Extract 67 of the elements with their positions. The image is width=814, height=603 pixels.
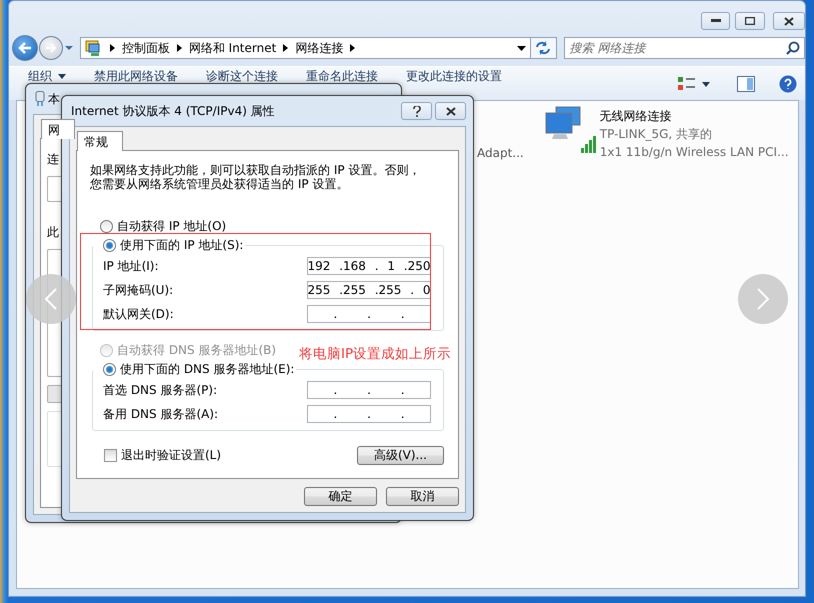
field-label: 子网掩码(U):: [103, 282, 174, 298]
chevron-right-icon: [176, 44, 182, 52]
connection-status: TP-LINK_5G, 共享的: [600, 126, 713, 143]
chevron-left-icon: [45, 288, 57, 310]
field-label: 首选 DNS 服务器(P):: [103, 382, 218, 398]
description-text: 您需要从网络系统管理员处获得适当的 IP 设置。: [90, 177, 348, 191]
search-field[interactable]: 搜索 网络连接: [564, 37, 805, 59]
breadcrumb[interactable]: 网络和 Internet: [188, 40, 276, 56]
minimize-icon: [710, 19, 720, 23]
chevron-right-icon: [757, 288, 769, 310]
adapter-name: Adapt...: [477, 146, 524, 160]
ip-address-field[interactable]: . . .: [307, 405, 431, 423]
refresh-button[interactable]: [530, 37, 557, 59]
field-label: IP 地址(I):: [103, 258, 159, 274]
question-mark-icon: [412, 106, 420, 116]
maximize-icon: [745, 17, 755, 25]
tab[interactable]: 常规: [77, 131, 123, 151]
dialog-title: 本: [48, 90, 60, 108]
field-label: 备用 DNS 服务器(A):: [103, 406, 218, 422]
help-button[interactable]: [401, 102, 432, 120]
radio-button[interactable]: 使用下面的 DNS 服务器地址(E):: [103, 360, 294, 379]
connection-name[interactable]: 无线网络连接: [600, 107, 789, 125]
toolbar-button[interactable]: 重命名此连接: [296, 68, 388, 84]
advanced-button[interactable]: 高级(V)...: [357, 446, 444, 465]
breadcrumb[interactable]: 网络连接: [295, 40, 344, 56]
close-icon: [446, 106, 456, 116]
toolbar-button[interactable]: 更改此连接的设置: [396, 68, 512, 84]
minimize-button[interactable]: [701, 12, 730, 30]
view-options-icon[interactable]: [677, 76, 711, 92]
ip-address-field[interactable]: . . .: [307, 381, 431, 399]
arrow-right-icon: [44, 43, 57, 53]
refresh-icon: [535, 41, 552, 55]
toolbar-button[interactable]: 禁用此网络设备: [84, 68, 188, 84]
description-text: 如果网络支持此功能，则可以获取自动指派的 IP 设置。否则，: [90, 163, 420, 177]
close-button[interactable]: [773, 12, 805, 30]
caret-icon: [58, 74, 66, 79]
radio-button[interactable]: 自动获得 IP 地址(O): [100, 217, 226, 236]
chevron-right-icon: [350, 44, 356, 52]
preview-pane-icon[interactable]: [737, 76, 755, 92]
field-label: 默认网关(D):: [103, 306, 174, 322]
adapter-name: 1x1 11b/g/n Wireless LAN PCI...: [600, 144, 789, 161]
toolbar-button[interactable]: 诊断这个连接: [196, 68, 288, 84]
network-adapter-icon: [35, 91, 45, 107]
close-button[interactable]: [435, 102, 466, 120]
radio-button[interactable]: 使用下面的 IP 地址(S):: [103, 236, 244, 255]
back-button[interactable]: [12, 35, 38, 61]
network-computers-icon[interactable]: [544, 105, 596, 155]
tab[interactable]: 网: [41, 119, 75, 139]
help-icon[interactable]: [779, 74, 797, 92]
cancel-button[interactable]: 取消: [386, 487, 459, 506]
search-icon[interactable]: [786, 41, 800, 55]
ok-button[interactable]: 确定: [304, 487, 377, 506]
arrow-left-icon: [18, 42, 32, 54]
chevron-right-icon: [283, 44, 288, 52]
checkbox[interactable]: 退出时验证设置(L): [90, 447, 222, 464]
chevron-right-icon: [110, 44, 115, 52]
close-icon: [784, 16, 794, 26]
toolbar-button[interactable]: 组织: [18, 68, 76, 84]
address-bar[interactable]: 控制面板 网络和 Internet 网络连接: [80, 37, 531, 59]
dialog-title: Internet 协议版本 4 (TCP/IPv4) 属性: [71, 102, 275, 120]
field-label: 连: [47, 151, 59, 168]
forward-button[interactable]: [38, 36, 63, 60]
caret-icon[interactable]: [516, 46, 526, 50]
field-label: 此: [47, 224, 59, 241]
maximize-button[interactable]: [735, 12, 765, 30]
annotation-text: 将电脑IP设置成如上所示: [299, 345, 452, 363]
breadcrumb[interactable]: 控制面板: [122, 40, 170, 56]
